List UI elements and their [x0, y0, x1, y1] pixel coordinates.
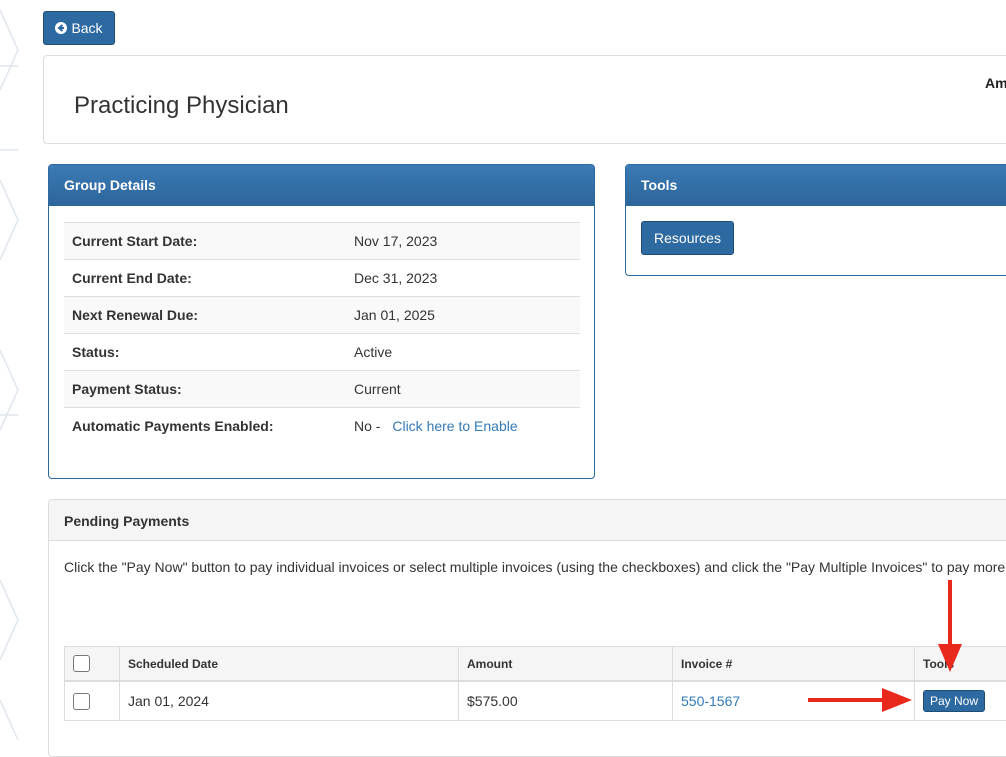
detail-row: Current Start Date: Nov 17, 2023: [64, 222, 580, 260]
group-details-heading: Group Details: [49, 165, 594, 206]
detail-row: Next Renewal Due: Jan 01, 2025: [64, 296, 580, 334]
amount-cell: $575.00: [458, 680, 673, 721]
detail-value: Active: [354, 344, 393, 360]
detail-label: Payment Status:: [72, 381, 182, 397]
group-details-table: Current Start Date: Nov 17, 2023 Current…: [64, 222, 580, 445]
detail-value-cell: No - Click here to Enable: [346, 408, 580, 445]
select-all-checkbox[interactable]: [73, 655, 90, 672]
column-header-amount[interactable]: Amount: [458, 646, 673, 682]
back-button-label: Back: [71, 20, 103, 36]
tools-panel: Tools Resources: [625, 164, 1006, 276]
scheduled-date-cell: Jan 01, 2024: [119, 680, 459, 721]
detail-label: Status:: [72, 344, 120, 360]
detail-label: Current Start Date:: [72, 233, 198, 249]
detail-row: Status: Active: [64, 333, 580, 371]
page-header-card: Practicing Physician Am: [43, 55, 1006, 144]
detail-row: Current End Date: Dec 31, 2023: [64, 259, 580, 297]
pending-payments-panel: Pending Payments Click the "Pay Now" but…: [48, 499, 1006, 757]
detail-label: Automatic Payments Enabled:: [72, 418, 274, 435]
column-header-invoice[interactable]: Invoice #: [672, 646, 915, 682]
detail-row: Payment Status: Current: [64, 370, 580, 408]
pending-payments-description: Click the "Pay Now" button to pay indivi…: [64, 559, 1006, 575]
back-button[interactable]: Back: [43, 11, 115, 45]
pay-now-button[interactable]: Pay Now: [923, 690, 986, 712]
table-header-row: Scheduled Date Amount Invoice # Tools: [64, 646, 1006, 682]
header-right-text: Am: [985, 75, 1006, 91]
row-select-cell: [64, 680, 120, 721]
annotation-arrow-down: [938, 580, 962, 672]
column-header-scheduled-date[interactable]: Scheduled Date: [119, 646, 459, 682]
detail-value: No -: [354, 418, 381, 435]
detail-label: Next Renewal Due:: [72, 307, 199, 323]
tools-heading: Tools: [626, 165, 1006, 206]
tools-cell: Pay Now: [914, 680, 1006, 721]
pending-payments-heading: Pending Payments: [49, 500, 1006, 541]
detail-value: Dec 31, 2023: [354, 270, 438, 286]
detail-row: Automatic Payments Enabled: No - Click h…: [64, 407, 580, 445]
detail-value: Nov 17, 2023: [354, 233, 438, 249]
detail-value: Jan 01, 2025: [354, 307, 435, 323]
detail-value: Current: [354, 381, 401, 397]
annotation-arrow-right: [808, 688, 912, 712]
invoice-link[interactable]: 550-1567: [681, 693, 740, 709]
group-details-panel: Group Details Current Start Date: Nov 17…: [48, 164, 595, 479]
row-select-checkbox[interactable]: [73, 692, 90, 710]
detail-label: Current End Date:: [72, 270, 192, 286]
enable-auto-payments-link[interactable]: Click here to Enable: [392, 418, 517, 434]
select-all-cell: [64, 646, 120, 682]
arrow-left-circle-icon: [55, 22, 68, 34]
resources-button[interactable]: Resources: [641, 221, 734, 255]
page-title: Practicing Physician: [74, 92, 289, 119]
